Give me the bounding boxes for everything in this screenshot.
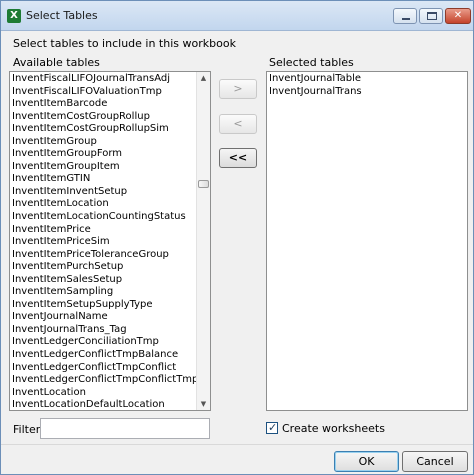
available-table-item[interactable]: InventLocation — [10, 387, 196, 400]
available-table-item[interactable]: InventItemLocationCountingStatus — [10, 211, 196, 224]
available-table-item[interactable]: InventItemLocation — [10, 198, 196, 211]
available-table-item[interactable]: InventItemGroupForm — [10, 148, 196, 161]
close-button[interactable]: ✕ — [445, 8, 471, 24]
available-table-item[interactable]: InventItemInventSetup — [10, 186, 196, 199]
available-table-item[interactable]: InventLedgerConflictTmpBalance — [10, 349, 196, 362]
dialog-body: Select tables to include in this workboo… — [1, 32, 473, 444]
available-table-item[interactable]: InventItemGroupItem — [10, 161, 196, 174]
remove-all-tables-button[interactable]: << — [219, 148, 257, 168]
select-tables-dialog: X Select Tables ✕ Select tables to inclu… — [0, 0, 474, 475]
filter-input[interactable] — [40, 418, 210, 439]
available-table-item[interactable]: InventLedgerConflictTmpConflictTmp — [10, 374, 198, 387]
scroll-down-icon[interactable]: ▼ — [197, 398, 210, 410]
title-bar[interactable]: X Select Tables ✕ — [1, 1, 473, 31]
available-tables-list[interactable]: InventFiscalLIFOJournalTransAdj InventFis… — [9, 71, 211, 411]
selected-table-item[interactable]: InventJournalTrans — [267, 86, 467, 99]
available-table-item[interactable]: InventLedgerConflictTmpConflict — [10, 362, 196, 375]
maximize-icon — [427, 12, 437, 20]
dialog-footer: OK Cancel — [1, 444, 473, 474]
available-table-item[interactable]: InventFiscalLIFOValuationTmp — [10, 86, 196, 99]
create-worksheets-label[interactable]: Create worksheets — [282, 422, 385, 435]
add-table-button[interactable]: > — [219, 79, 257, 99]
selected-items: InventJournalTable InventJournalTrans — [267, 73, 467, 98]
close-icon: ✕ — [453, 10, 463, 21]
window-title: Select Tables — [26, 9, 98, 22]
available-tables-label: Available tables — [13, 56, 100, 69]
available-table-item[interactable]: InventItemGTIN — [10, 173, 196, 186]
available-table-item[interactable]: InventItemBarcode — [10, 98, 196, 111]
available-table-item[interactable]: InventItemPriceSim — [10, 236, 196, 249]
cancel-button[interactable]: Cancel — [402, 451, 468, 472]
available-table-item[interactable]: InventLedgerConciliationTmp — [10, 336, 196, 349]
available-items: InventFiscalLIFOJournalTransAdj InventFis… — [10, 73, 198, 410]
maximize-button[interactable] — [419, 8, 443, 24]
ok-button[interactable]: OK — [334, 451, 399, 472]
available-table-item[interactable]: InventItemSalesSetup — [10, 274, 196, 287]
selected-tables-label: Selected tables — [269, 56, 354, 69]
scroll-up-icon[interactable]: ▲ — [197, 72, 210, 84]
minimize-button[interactable] — [393, 8, 417, 24]
available-list-scrollbar[interactable]: ▲ ▼ — [196, 72, 210, 410]
remove-table-button[interactable]: < — [219, 114, 257, 134]
available-table-item[interactable]: InventItemSampling — [10, 286, 196, 299]
available-table-item[interactable]: InventItemGroup — [10, 136, 196, 149]
available-table-item[interactable]: InventItemSetupSupplyType — [10, 299, 196, 312]
selected-tables-list[interactable]: InventJournalTable InventJournalTrans — [266, 71, 468, 411]
instruction-text: Select tables to include in this workboo… — [13, 37, 236, 50]
minimize-icon — [402, 18, 410, 20]
excel-app-icon: X — [7, 9, 21, 23]
create-worksheets-checkbox[interactable]: ✓ — [266, 421, 278, 434]
available-table-item[interactable]: InventJournalTrans_Tag — [10, 324, 196, 337]
available-table-item[interactable]: InventLocationDefaultLocation — [10, 399, 196, 410]
available-table-item[interactable]: InventItemPrice — [10, 224, 196, 237]
available-table-item[interactable]: InventItemCostGroupRollupSim — [10, 123, 196, 136]
available-table-item[interactable]: InventItemCostGroupRollup — [10, 111, 196, 124]
available-table-item[interactable]: InventJournalName — [10, 311, 196, 324]
available-table-item[interactable]: InventItemPriceToleranceGroup — [10, 249, 196, 262]
available-table-item[interactable]: InventFiscalLIFOJournalTransAdj — [10, 73, 196, 86]
available-table-item[interactable]: InventItemPurchSetup — [10, 261, 196, 274]
checkmark-icon: ✓ — [268, 421, 278, 434]
selected-table-item[interactable]: InventJournalTable — [267, 73, 467, 86]
scroll-thumb[interactable] — [198, 180, 209, 188]
